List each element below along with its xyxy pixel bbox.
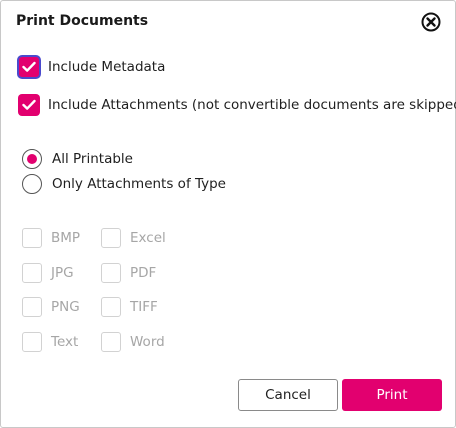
type-option-text[interactable]: Text [22,332,78,352]
type-label: BMP [51,230,81,246]
checkmark-icon [22,99,36,110]
type-label: JPG [51,265,74,281]
type-option-bmp[interactable]: BMP [22,228,80,248]
include-attachments-label: Include Attachments (not convertible doc… [48,97,456,113]
type-checkbox[interactable] [22,332,42,352]
type-label: Text [51,334,79,350]
radio-selected-dot [27,154,37,164]
only-attachments-label: Only Attachments of Type [52,176,226,192]
type-checkbox[interactable] [101,263,121,283]
close-icon[interactable] [421,12,441,32]
print-documents-dialog: Print Documents Include Metadata Include… [0,0,456,428]
type-option-tiff[interactable]: TIFF [101,297,158,317]
type-option-pdf[interactable]: PDF [101,263,156,283]
include-metadata-label: Include Metadata [48,59,166,75]
type-option-jpg[interactable]: JPG [22,263,74,283]
include-attachments-checkbox[interactable] [18,94,40,116]
type-label: Word [130,334,165,350]
type-option-word[interactable]: Word [101,332,165,352]
type-checkbox[interactable] [101,332,121,352]
all-printable-radio[interactable] [22,149,42,169]
include-metadata-checkbox[interactable] [17,55,41,79]
print-button[interactable]: Print [342,379,442,411]
type-label: Excel [130,230,166,246]
checkmark-icon [22,61,36,72]
type-checkbox[interactable] [101,297,121,317]
type-label: TIFF [130,299,158,315]
include-attachments-option[interactable]: Include Attachments (not convertible doc… [18,94,456,116]
type-checkbox[interactable] [101,228,121,248]
type-label: PNG [51,299,80,315]
all-printable-label: All Printable [52,151,133,167]
cancel-button[interactable]: Cancel [238,379,338,411]
only-attachments-radio[interactable] [22,174,42,194]
dialog-title: Print Documents [16,13,149,29]
type-checkbox[interactable] [22,228,42,248]
type-checkbox[interactable] [22,297,42,317]
type-option-excel[interactable]: Excel [101,228,166,248]
include-metadata-option[interactable]: Include Metadata [17,55,166,79]
type-label: PDF [130,265,157,281]
only-attachments-option[interactable]: Only Attachments of Type [22,173,226,195]
all-printable-option[interactable]: All Printable [22,148,133,170]
type-checkbox[interactable] [22,263,42,283]
type-option-png[interactable]: PNG [22,297,80,317]
